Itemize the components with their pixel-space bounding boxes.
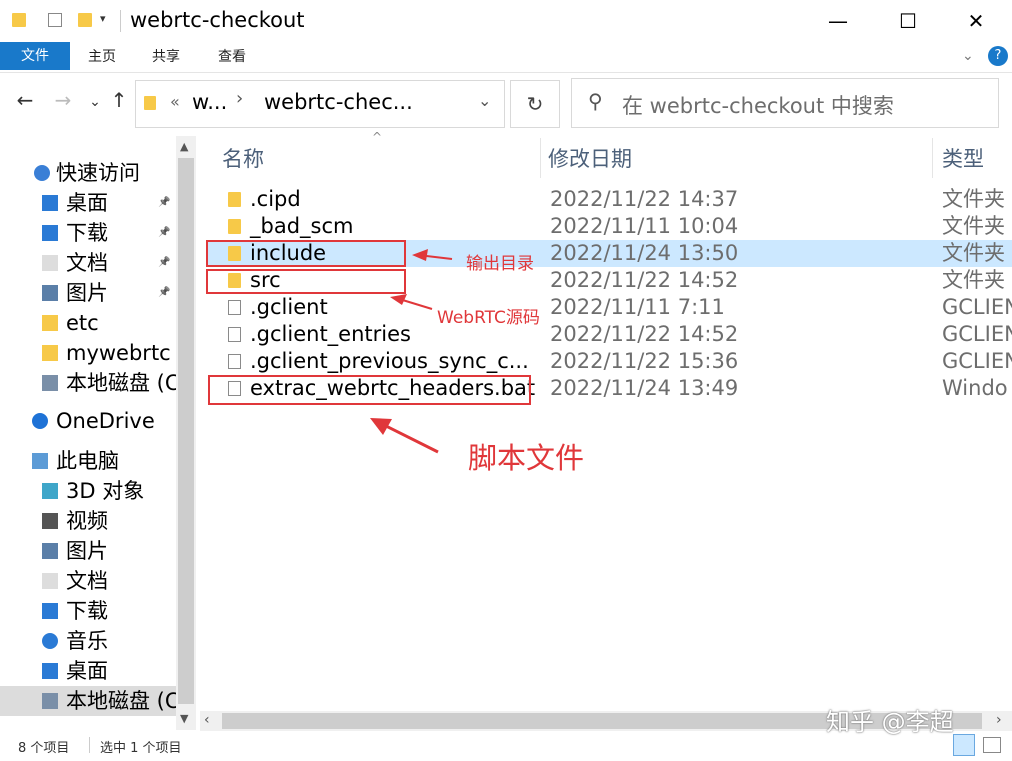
selected-count: 选中 1 个项目 bbox=[100, 741, 182, 756]
scroll-right-icon[interactable]: › bbox=[996, 712, 1002, 728]
annotation-script-file: 脚本文件 bbox=[468, 441, 585, 475]
scroll-left-icon[interactable]: ‹ bbox=[204, 712, 210, 728]
annotation-output-dir: 输出目录 bbox=[466, 254, 534, 274]
details-view-icon[interactable] bbox=[953, 734, 975, 756]
status-bar: 8 个项目 选中 1 个项目 bbox=[0, 731, 1012, 761]
large-icons-view-icon[interactable] bbox=[983, 737, 1001, 753]
divider bbox=[89, 737, 90, 753]
annotation-webrtc-src: WebRTC源码 bbox=[437, 308, 540, 328]
item-count: 8 个项目 bbox=[18, 741, 70, 756]
annotation-arrows bbox=[370, 249, 453, 454]
